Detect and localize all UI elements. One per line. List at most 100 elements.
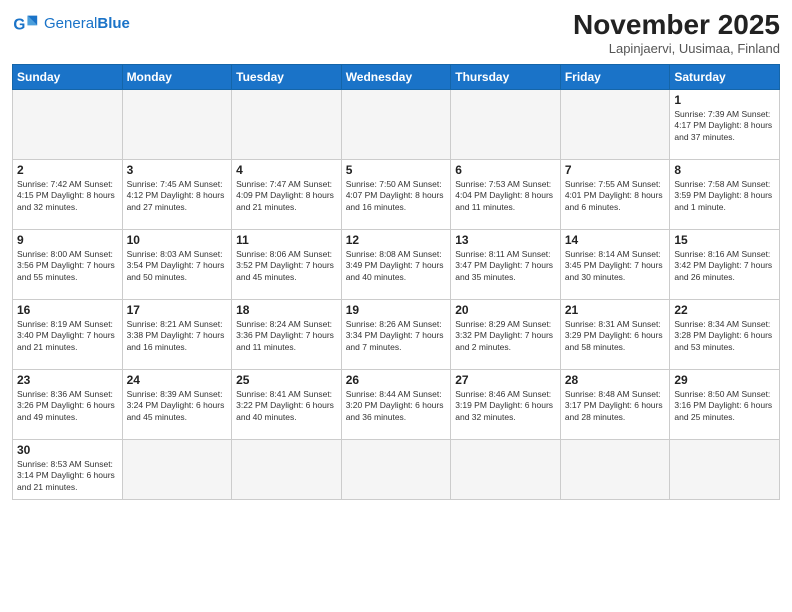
calendar-cell: 6 Sunrise: 7:53 AM Sunset: 4:04 PM Daylig…: [451, 159, 561, 229]
day-info: Sunrise: 7:55 AM Sunset: 4:01 PM Dayligh…: [565, 179, 666, 213]
day-number: 4: [236, 163, 337, 177]
calendar-cell: 9 Sunrise: 8:00 AM Sunset: 3:56 PM Daylig…: [13, 229, 123, 299]
day-number: 11: [236, 233, 337, 247]
calendar-header: SundayMondayTuesdayWednesdayThursdayFrid…: [13, 64, 780, 89]
calendar-cell: 4 Sunrise: 7:47 AM Sunset: 4:09 PM Daylig…: [232, 159, 342, 229]
day-number: 3: [127, 163, 228, 177]
day-number: 17: [127, 303, 228, 317]
day-info: Sunrise: 8:21 AM Sunset: 3:38 PM Dayligh…: [127, 319, 228, 353]
day-info: Sunrise: 8:03 AM Sunset: 3:54 PM Dayligh…: [127, 249, 228, 283]
calendar-row: 23Sunrise: 8:36 AM Sunset: 3:26 PM Dayli…: [13, 369, 780, 439]
month-title: November 2025: [573, 10, 780, 41]
weekday-header: Friday: [560, 64, 670, 89]
calendar-cell: 17 Sunrise: 8:21 AM Sunset: 3:38 PM Dayli…: [122, 299, 232, 369]
calendar-row: 9 Sunrise: 8:00 AM Sunset: 3:56 PM Daylig…: [13, 229, 780, 299]
day-info: Sunrise: 8:14 AM Sunset: 3:45 PM Dayligh…: [565, 249, 666, 283]
day-number: 8: [674, 163, 775, 177]
calendar-cell: 7Sunrise: 7:55 AM Sunset: 4:01 PM Daylig…: [560, 159, 670, 229]
weekday-header: Thursday: [451, 64, 561, 89]
day-number: 10: [127, 233, 228, 247]
day-info: Sunrise: 8:44 AM Sunset: 3:20 PM Dayligh…: [346, 389, 447, 423]
calendar-cell: 19 Sunrise: 8:26 AM Sunset: 3:34 PM Dayli…: [341, 299, 451, 369]
calendar-cell: 18 Sunrise: 8:24 AM Sunset: 3:36 PM Dayli…: [232, 299, 342, 369]
day-info: Sunrise: 7:45 AM Sunset: 4:12 PM Dayligh…: [127, 179, 228, 213]
day-info: Sunrise: 8:39 AM Sunset: 3:24 PM Dayligh…: [127, 389, 228, 423]
title-block: November 2025 Lapinjaervi, Uusimaa, Finl…: [573, 10, 780, 56]
calendar-cell: 27 Sunrise: 8:46 AM Sunset: 3:19 PM Dayli…: [451, 369, 561, 439]
day-info: Sunrise: 7:39 AM Sunset: 4:17 PM Dayligh…: [674, 109, 775, 143]
day-number: 19: [346, 303, 447, 317]
calendar-cell: 1 Sunrise: 7:39 AM Sunset: 4:17 PM Daylig…: [670, 89, 780, 159]
day-number: 20: [455, 303, 556, 317]
day-number: 26: [346, 373, 447, 387]
day-info: Sunrise: 8:48 AM Sunset: 3:17 PM Dayligh…: [565, 389, 666, 423]
calendar-cell: 2Sunrise: 7:42 AM Sunset: 4:15 PM Daylig…: [13, 159, 123, 229]
day-info: Sunrise: 8:34 AM Sunset: 3:28 PM Dayligh…: [674, 319, 775, 353]
day-number: 18: [236, 303, 337, 317]
calendar-cell: [451, 89, 561, 159]
day-number: 24: [127, 373, 228, 387]
calendar: SundayMondayTuesdayWednesdayThursdayFrid…: [12, 64, 780, 500]
day-number: 27: [455, 373, 556, 387]
day-info: Sunrise: 8:24 AM Sunset: 3:36 PM Dayligh…: [236, 319, 337, 353]
weekday-row: SundayMondayTuesdayWednesdayThursdayFrid…: [13, 64, 780, 89]
calendar-cell: 16 Sunrise: 8:19 AM Sunset: 3:40 PM Dayli…: [13, 299, 123, 369]
day-info: Sunrise: 8:11 AM Sunset: 3:47 PM Dayligh…: [455, 249, 556, 283]
day-info: Sunrise: 8:19 AM Sunset: 3:40 PM Dayligh…: [17, 319, 118, 353]
day-info: Sunrise: 8:46 AM Sunset: 3:19 PM Dayligh…: [455, 389, 556, 423]
day-number: 14: [565, 233, 666, 247]
day-info: Sunrise: 8:06 AM Sunset: 3:52 PM Dayligh…: [236, 249, 337, 283]
calendar-cell: 22 Sunrise: 8:34 AM Sunset: 3:28 PM Dayli…: [670, 299, 780, 369]
calendar-body: 1 Sunrise: 7:39 AM Sunset: 4:17 PM Daylig…: [13, 89, 780, 499]
logo-blue: Blue: [97, 15, 130, 32]
calendar-cell: [341, 89, 451, 159]
calendar-cell: 3 Sunrise: 7:45 AM Sunset: 4:12 PM Daylig…: [122, 159, 232, 229]
header: G GeneralBlue November 2025 Lapinjaervi,…: [12, 10, 780, 56]
day-number: 9: [17, 233, 118, 247]
day-info: Sunrise: 8:26 AM Sunset: 3:34 PM Dayligh…: [346, 319, 447, 353]
day-number: 25: [236, 373, 337, 387]
day-number: 22: [674, 303, 775, 317]
day-number: 6: [455, 163, 556, 177]
day-number: 28: [565, 373, 666, 387]
calendar-cell: [13, 89, 123, 159]
calendar-row: 2Sunrise: 7:42 AM Sunset: 4:15 PM Daylig…: [13, 159, 780, 229]
day-number: 23: [17, 373, 118, 387]
day-info: Sunrise: 7:53 AM Sunset: 4:04 PM Dayligh…: [455, 179, 556, 213]
weekday-header: Monday: [122, 64, 232, 89]
calendar-cell: [560, 439, 670, 499]
day-info: Sunrise: 8:50 AM Sunset: 3:16 PM Dayligh…: [674, 389, 775, 423]
calendar-cell: 15Sunrise: 8:16 AM Sunset: 3:42 PM Dayli…: [670, 229, 780, 299]
calendar-cell: [122, 439, 232, 499]
day-info: Sunrise: 7:47 AM Sunset: 4:09 PM Dayligh…: [236, 179, 337, 213]
calendar-cell: 12Sunrise: 8:08 AM Sunset: 3:49 PM Dayli…: [341, 229, 451, 299]
day-info: Sunrise: 8:41 AM Sunset: 3:22 PM Dayligh…: [236, 389, 337, 423]
day-info: Sunrise: 7:42 AM Sunset: 4:15 PM Dayligh…: [17, 179, 118, 213]
day-number: 29: [674, 373, 775, 387]
day-info: Sunrise: 8:31 AM Sunset: 3:29 PM Dayligh…: [565, 319, 666, 353]
calendar-row: 30 Sunrise: 8:53 AM Sunset: 3:14 PM Dayli…: [13, 439, 780, 499]
location: Lapinjaervi, Uusimaa, Finland: [573, 41, 780, 56]
calendar-cell: 28 Sunrise: 8:48 AM Sunset: 3:17 PM Dayli…: [560, 369, 670, 439]
calendar-cell: 13Sunrise: 8:11 AM Sunset: 3:47 PM Dayli…: [451, 229, 561, 299]
day-info: Sunrise: 8:53 AM Sunset: 3:14 PM Dayligh…: [17, 459, 118, 493]
calendar-cell: 25 Sunrise: 8:41 AM Sunset: 3:22 PM Dayli…: [232, 369, 342, 439]
day-number: 1: [674, 93, 775, 107]
day-number: 5: [346, 163, 447, 177]
calendar-cell: [122, 89, 232, 159]
calendar-cell: 26 Sunrise: 8:44 AM Sunset: 3:20 PM Dayli…: [341, 369, 451, 439]
calendar-row: 1 Sunrise: 7:39 AM Sunset: 4:17 PM Daylig…: [13, 89, 780, 159]
calendar-cell: [232, 439, 342, 499]
day-number: 30: [17, 443, 118, 457]
day-info: Sunrise: 8:00 AM Sunset: 3:56 PM Dayligh…: [17, 249, 118, 283]
weekday-header: Tuesday: [232, 64, 342, 89]
logo-icon: G: [12, 10, 40, 38]
calendar-cell: 10 Sunrise: 8:03 AM Sunset: 3:54 PM Dayli…: [122, 229, 232, 299]
weekday-header: Saturday: [670, 64, 780, 89]
day-info: Sunrise: 8:08 AM Sunset: 3:49 PM Dayligh…: [346, 249, 447, 283]
calendar-cell: [232, 89, 342, 159]
page: G GeneralBlue November 2025 Lapinjaervi,…: [0, 0, 792, 612]
day-number: 16: [17, 303, 118, 317]
day-info: Sunrise: 8:16 AM Sunset: 3:42 PM Dayligh…: [674, 249, 775, 283]
day-info: Sunrise: 7:58 AM Sunset: 3:59 PM Dayligh…: [674, 179, 775, 213]
